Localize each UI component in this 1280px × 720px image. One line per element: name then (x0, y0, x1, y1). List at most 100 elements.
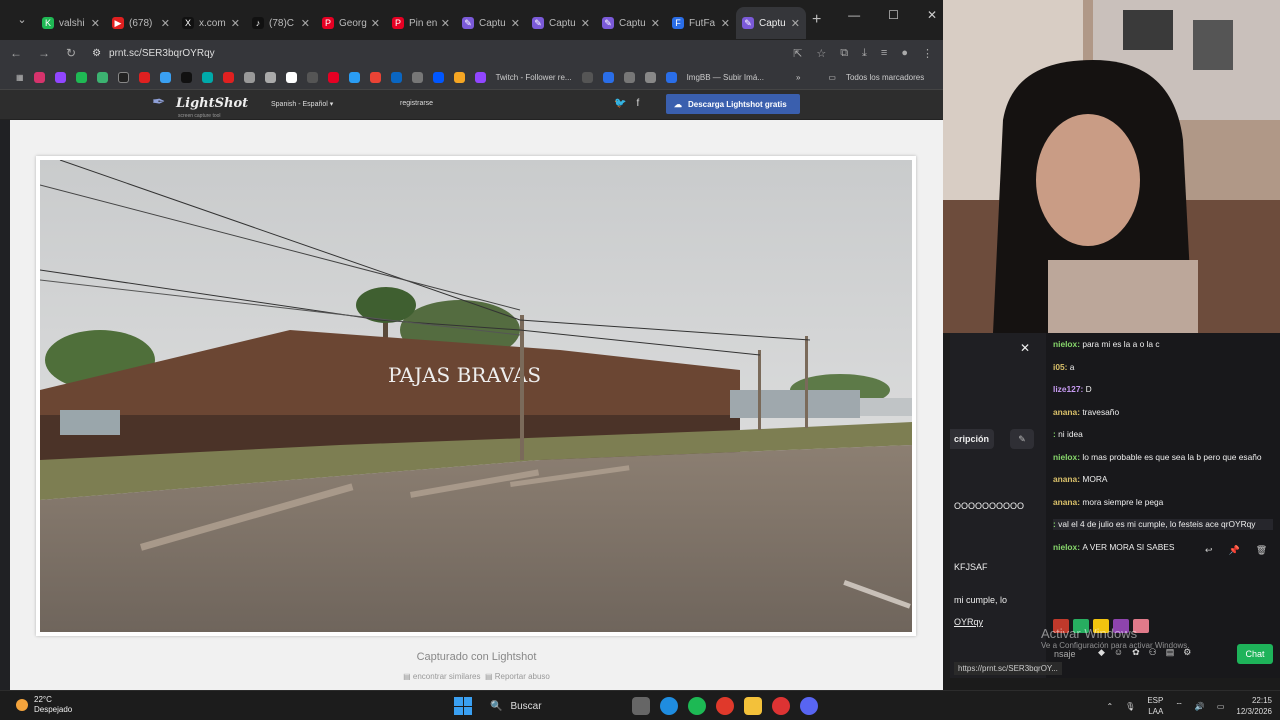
close-window-icon[interactable]: ✕ (927, 8, 937, 22)
tab-close-icon[interactable]: ✕ (721, 17, 730, 30)
kick-icon[interactable] (75, 72, 87, 83)
browser-tab[interactable]: P Pin en ✕ (386, 7, 456, 39)
reading-list-icon[interactable]: ≡ (881, 47, 887, 60)
profile-avatar[interactable]: ● (901, 47, 908, 60)
extensions-icon[interactable]: ⧉ (840, 47, 848, 60)
bookmark-imgbb[interactable]: ImgBB — Subir Imá... (687, 73, 764, 82)
tab-close-icon[interactable]: ✕ (371, 17, 380, 30)
emote-picker-icon[interactable]: ☺ (1114, 647, 1123, 658)
download-icon[interactable]: ⤓ (862, 47, 867, 60)
download-lightshot-button[interactable]: ☁ Descarga Lightshot gratis (666, 94, 800, 114)
bookmark-icon[interactable] (453, 72, 465, 83)
taskbar-search[interactable]: 🔍 Buscar (482, 695, 622, 717)
address-bar[interactable]: ⚙ prnt.sc/SER3bqrOYRqy (92, 42, 777, 64)
layout-icon[interactable]: ▤ (1166, 647, 1175, 658)
chat-message[interactable]: : val el 4 de julio es mi cumple, lo fes… (1053, 519, 1273, 530)
back-icon[interactable]: ← (10, 46, 22, 60)
pinterest-icon[interactable] (327, 72, 339, 83)
tab-close-icon[interactable]: ✕ (441, 17, 450, 30)
register-link[interactable]: registrarse (400, 100, 433, 107)
lightshot-logo[interactable]: ✒ LightShot screen capture tool (152, 94, 248, 119)
bookmark-icon[interactable] (369, 72, 381, 83)
gear-icon[interactable]: ⚙ (1183, 647, 1191, 658)
chat-send-button[interactable]: Chat (1237, 644, 1273, 664)
instagram-icon[interactable] (33, 72, 45, 83)
battery-icon[interactable]: ▭ (1217, 702, 1225, 711)
browser-tab[interactable]: Xx.com ✕ (176, 7, 246, 39)
twitter-icon[interactable]: 🐦 (614, 98, 626, 109)
start-icon[interactable] (454, 697, 472, 715)
tab-close-icon[interactable]: ✕ (791, 17, 800, 30)
subscription-button[interactable]: cripción (950, 429, 994, 449)
bookmark-icon[interactable] (306, 72, 318, 83)
chat-input[interactable]: nsaje (1054, 649, 1076, 659)
chat-username[interactable]: lize127 (1053, 384, 1080, 394)
file-explorer-icon[interactable] (744, 697, 762, 715)
browser-tab[interactable]: Kvalshi ✕ (36, 7, 106, 39)
reload-icon[interactable]: ↻ (66, 46, 76, 60)
browser-tab[interactable]: F FutFa ✕ (666, 7, 736, 39)
chat-message[interactable]: anana: MORA (1053, 474, 1273, 485)
chat-message[interactable]: anana: mora siempre le pega (1053, 497, 1273, 508)
task-view-icon[interactable] (632, 697, 650, 715)
obs-icon[interactable] (772, 697, 790, 715)
forward-icon[interactable]: → (38, 46, 50, 60)
wifi-icon[interactable]: ⌔ (1175, 701, 1183, 711)
screenshot-image[interactable]: PAJAS BRAVAS (40, 160, 912, 632)
chat-username[interactable]: anana (1053, 474, 1077, 484)
chrome-icon[interactable] (716, 697, 734, 715)
tab-close-icon[interactable]: ✕ (301, 17, 310, 30)
tray-chevron-icon[interactable]: ⌃ (1106, 702, 1113, 711)
settings-icon[interactable]: ✎ (1010, 429, 1034, 449)
bookmark-icon[interactable] (348, 72, 360, 83)
clock[interactable]: 22:15 12/3/2026 (1236, 695, 1272, 717)
maximize-icon[interactable]: ☐ (888, 8, 899, 22)
viewers-icon[interactable]: ⚇ (1149, 647, 1157, 658)
discord-icon[interactable] (800, 697, 818, 715)
pin-icon[interactable]: 📌 (1229, 545, 1240, 556)
new-tab-button[interactable]: + (812, 11, 821, 29)
volume-icon[interactable]: 🔊 (1195, 702, 1205, 711)
browser-tab[interactable]: ♪ (78)C ✕ (246, 7, 316, 39)
chat-message[interactable]: lize127: D (1053, 384, 1273, 395)
bookmark-twitch-follower[interactable]: Twitch - Follower re... (496, 73, 572, 82)
install-icon[interactable]: ⇱ (793, 47, 802, 60)
bookmarks-overflow-icon[interactable]: » (796, 73, 800, 82)
facebook-icon[interactable]: f (636, 98, 639, 109)
tab-close-icon[interactable]: ✕ (651, 17, 660, 30)
report-abuse-link[interactable]: Reportar abuso (495, 672, 550, 681)
tab-close-icon[interactable]: ✕ (91, 17, 100, 30)
chat-message[interactable]: nielox: lo mas probable es que sea la b … (1053, 452, 1273, 463)
bits-icon[interactable]: ◆ (1098, 647, 1105, 658)
chat-username[interactable]: i05 (1053, 362, 1065, 372)
close-icon[interactable]: ✕ (1020, 341, 1030, 355)
minimize-icon[interactable]: — (848, 8, 860, 22)
twitch-icon[interactable] (474, 72, 486, 83)
browser-tab[interactable]: ✎ Captu ✕ (736, 7, 806, 39)
mic-icon[interactable]: 🎙 (1125, 702, 1135, 711)
browser-tab[interactable]: ✎ Captu ✕ (596, 7, 666, 39)
globe-icon[interactable] (623, 72, 635, 83)
bookmark-icon[interactable] (96, 72, 108, 83)
tab-search-icon[interactable]: ⌄ (8, 8, 36, 32)
tab-close-icon[interactable]: ✕ (161, 17, 170, 30)
points-icon[interactable]: ✿ (1132, 647, 1140, 658)
chat-username[interactable]: nielox (1053, 339, 1077, 349)
cloud-icon[interactable] (159, 72, 171, 83)
find-similar-link[interactable]: encontrar similares (413, 672, 481, 681)
imgbb-icon[interactable] (665, 72, 677, 83)
twitch-icon[interactable] (54, 72, 66, 83)
language-select[interactable]: Spanish - Español ▾ (271, 100, 333, 108)
bookmark-icon[interactable] (222, 72, 234, 83)
browser-tab[interactable]: ✎ Captu ✕ (456, 7, 526, 39)
chat-message[interactable]: nielox: para mi es la a o la c (1053, 339, 1273, 350)
tab-close-icon[interactable]: ✕ (231, 17, 240, 30)
chat-username[interactable]: anana (1053, 497, 1077, 507)
spotify-icon[interactable] (688, 697, 706, 715)
browser-tab[interactable]: P Georg ✕ (316, 7, 386, 39)
linkedin-icon[interactable] (390, 72, 402, 83)
language-indicator[interactable]: ESP LAA (1147, 695, 1163, 717)
chat-message[interactable]: anana: travesaño (1053, 407, 1273, 418)
browser-tab[interactable]: ✎ Captu ✕ (526, 7, 596, 39)
tab-close-icon[interactable]: ✕ (581, 17, 590, 30)
